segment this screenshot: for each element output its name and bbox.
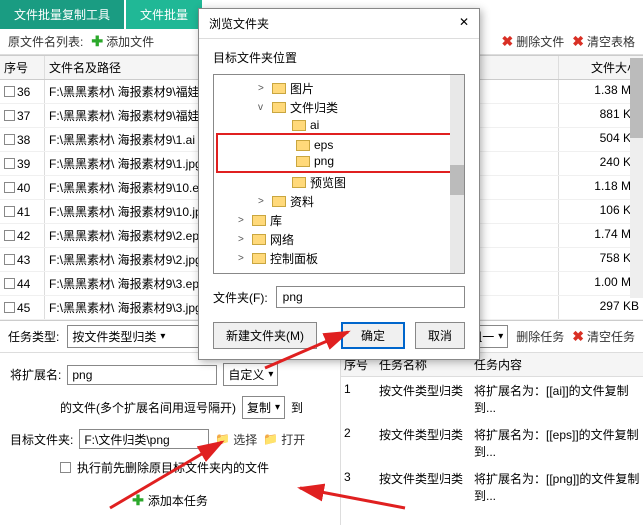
folder-icon: [292, 177, 306, 188]
folder-name-input[interactable]: [276, 286, 465, 308]
clear-table-button[interactable]: ✖清空表格: [572, 33, 635, 50]
tab-copy-tool[interactable]: 文件批量复制工具: [0, 0, 124, 29]
file-list-label: 原文件名列表:: [8, 33, 83, 50]
row-checkbox[interactable]: [4, 134, 15, 145]
multi-ext-label: 的文件(多个扩展名间用逗号隔开): [60, 399, 236, 416]
target-folder-label: 目标文件夹:: [10, 431, 73, 448]
add-task-button[interactable]: ✚ 添加本任务: [10, 486, 330, 515]
add-file-button[interactable]: ✚添加文件: [91, 33, 154, 50]
dialog-title: 浏览文件夹: [209, 15, 269, 32]
chevron-icon: >: [238, 234, 248, 245]
tree-item[interactable]: ai: [218, 117, 460, 133]
clear-task-button[interactable]: ✖清空任务: [572, 328, 635, 345]
plus-icon: ✚: [91, 33, 103, 50]
tree-item[interactable]: 预览图: [218, 173, 460, 192]
row-checkbox[interactable]: [4, 110, 15, 121]
task-row[interactable]: 2按文件类型归类将扩展名为：[[eps]]的文件复制到...: [341, 421, 643, 465]
row-checkbox[interactable]: [4, 302, 15, 313]
folder-icon: [272, 83, 286, 94]
task-col-content: 任务内容: [471, 353, 643, 376]
tree-item[interactable]: >控制面板: [218, 249, 460, 268]
tree-item[interactable]: >图片: [218, 79, 460, 98]
copy-dropdown[interactable]: 复制: [242, 396, 285, 419]
task-row[interactable]: 1按文件类型归类将扩展名为：[[ai]]的文件复制到...: [341, 377, 643, 421]
tree-item[interactable]: >资料: [218, 192, 460, 211]
open-folder-button[interactable]: 📁打开: [263, 431, 305, 448]
tree-item[interactable]: >库: [218, 211, 460, 230]
task-type-dropdown[interactable]: 按文件类型归类: [67, 325, 207, 348]
row-checkbox[interactable]: [4, 206, 15, 217]
target-folder-input[interactable]: [79, 429, 209, 449]
folder-icon: [272, 102, 286, 113]
close-icon[interactable]: ✕: [459, 15, 469, 32]
custom-dropdown[interactable]: 自定义: [223, 363, 278, 386]
folder-input-label: 文件夹(F):: [213, 289, 268, 306]
row-checkbox[interactable]: [4, 158, 15, 169]
browse-folder-dialog: 浏览文件夹 ✕ 目标文件夹位置 >图片v文件归类ai epspng 预览图>资料>库…: [198, 8, 480, 360]
tree-item[interactable]: eps: [222, 137, 454, 153]
ext-label: 将扩展名:: [10, 366, 61, 383]
x-icon: ✖: [502, 33, 514, 50]
folder-icon: [296, 140, 310, 151]
tree-scrollbar[interactable]: [450, 75, 464, 273]
chevron-icon: >: [238, 215, 248, 226]
task-row[interactable]: 3按文件类型归类将扩展名为：[[png]]的文件复制到...: [341, 465, 643, 509]
delete-task-button[interactable]: 删除任务: [516, 328, 564, 345]
select-folder-button[interactable]: 📁选择: [215, 431, 257, 448]
tree-item[interactable]: png: [222, 153, 454, 169]
row-checkbox[interactable]: [4, 278, 15, 289]
scrollbar[interactable]: [630, 58, 643, 298]
ok-button[interactable]: 确定: [341, 322, 405, 349]
delete-file-button[interactable]: ✖删除文件: [502, 33, 565, 50]
pre-delete-checkbox[interactable]: [60, 462, 71, 473]
ext-input[interactable]: [67, 365, 217, 385]
row-checkbox[interactable]: [4, 86, 15, 97]
chevron-icon: >: [238, 253, 248, 264]
chevron-icon: >: [258, 83, 268, 94]
row-checkbox[interactable]: [4, 230, 15, 241]
plus-icon: ✚: [132, 492, 144, 509]
x-icon: ✖: [572, 33, 584, 50]
folder-icon: [252, 215, 266, 226]
folder-icon: [252, 234, 266, 245]
folder-icon: [296, 156, 310, 167]
chevron-icon: >: [258, 196, 268, 207]
pre-delete-label: 执行前先删除原目标文件夹内的文件: [77, 459, 269, 476]
folder-icon: [272, 196, 286, 207]
folder-tree[interactable]: >图片v文件归类ai epspng 预览图>资料>库>网络>控制面板: [213, 74, 465, 274]
tree-item[interactable]: >网络: [218, 230, 460, 249]
dialog-subtitle: 目标文件夹位置: [213, 49, 465, 66]
col-header-seq: 序号: [0, 56, 45, 79]
tab-batch[interactable]: 文件批量: [126, 0, 202, 29]
to-label: 到: [291, 399, 303, 416]
new-folder-button[interactable]: 新建文件夹(M): [213, 322, 317, 349]
folder-icon: [252, 253, 266, 264]
task-type-label: 任务类型:: [8, 328, 59, 345]
x-icon: ✖: [572, 328, 584, 345]
cancel-button[interactable]: 取消: [415, 322, 465, 349]
folder-icon: [292, 120, 306, 131]
row-checkbox[interactable]: [4, 254, 15, 265]
chevron-icon: v: [258, 102, 268, 113]
tree-item[interactable]: v文件归类: [218, 98, 460, 117]
row-checkbox[interactable]: [4, 182, 15, 193]
